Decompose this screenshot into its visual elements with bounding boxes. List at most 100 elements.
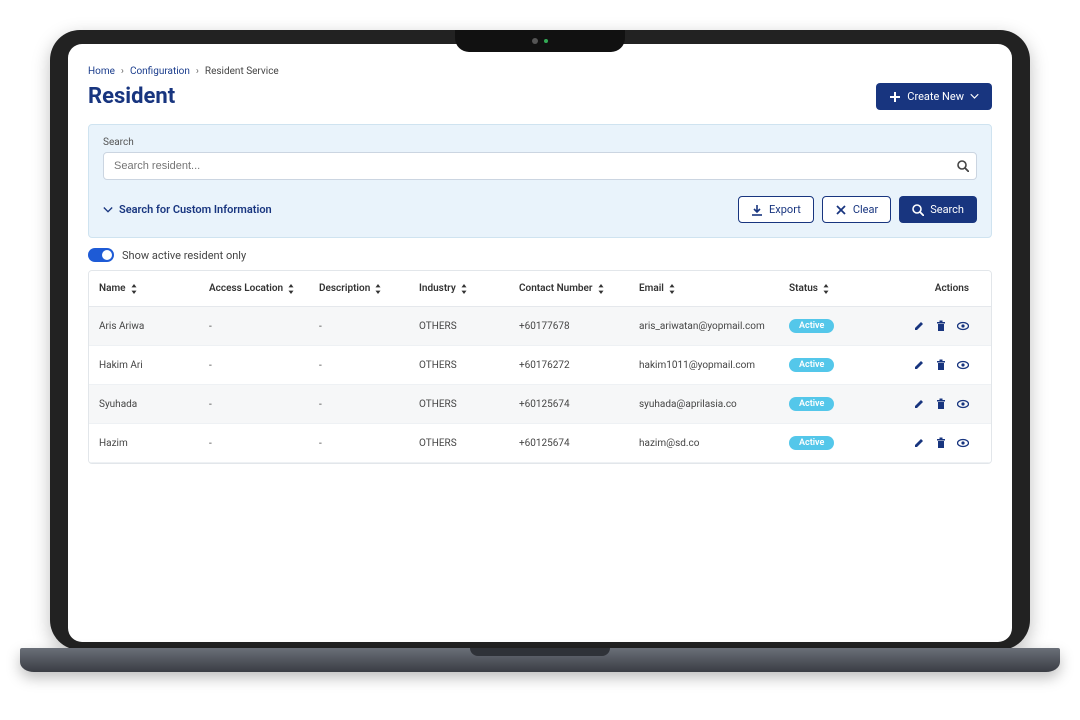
eye-icon — [957, 398, 969, 410]
view-button[interactable] — [957, 320, 969, 332]
cell-name: Aris Ariwa — [99, 321, 209, 332]
edit-button[interactable] — [913, 398, 925, 410]
laptop-frame: Home › Configuration › Resident Service … — [50, 30, 1030, 650]
search-icon — [912, 204, 924, 216]
search-row — [103, 152, 977, 180]
view-button[interactable] — [957, 437, 969, 449]
search-panel: Search Search for Custom Information Exp… — [88, 124, 992, 238]
resident-table: Name Access Location Description Industr… — [88, 270, 992, 464]
search-button[interactable]: Search — [899, 196, 977, 223]
caret-down-icon — [970, 92, 979, 101]
cell-actions — [879, 359, 969, 371]
search-panel-bottom: Search for Custom Information Export Cle… — [103, 196, 977, 223]
clear-button[interactable]: Clear — [822, 196, 891, 223]
search-label: Search — [103, 137, 977, 148]
table-body: Aris Ariwa--OTHERS+60177678aris_ariwatan… — [89, 307, 991, 463]
create-new-button[interactable]: Create New — [876, 83, 992, 110]
eye-icon — [957, 437, 969, 449]
sort-icon — [597, 284, 605, 294]
cell-access-location: - — [209, 399, 319, 410]
cell-description: - — [319, 321, 419, 332]
breadcrumb-home[interactable]: Home — [88, 66, 115, 77]
cell-actions — [879, 320, 969, 332]
breadcrumb-resident-service: Resident Service — [205, 66, 279, 77]
table-row: Hakim Ari--OTHERS+60176272hakim1011@yopm… — [89, 346, 991, 385]
cell-access-location: - — [209, 321, 319, 332]
camera-dot — [532, 38, 538, 44]
col-industry[interactable]: Industry — [419, 283, 519, 294]
eye-icon — [957, 359, 969, 371]
page-header: Resident Create New — [88, 83, 992, 110]
table-header: Name Access Location Description Industr… — [89, 271, 991, 307]
search-icon[interactable] — [957, 160, 969, 172]
delete-button[interactable] — [935, 398, 947, 410]
cell-status: Active — [789, 397, 879, 411]
export-label: Export — [769, 203, 801, 216]
cell-name: Hakim Ari — [99, 360, 209, 371]
laptop-notch — [455, 30, 625, 52]
toggle-knob — [102, 250, 112, 260]
col-name[interactable]: Name — [99, 283, 209, 294]
download-icon — [751, 204, 763, 216]
eye-icon — [957, 320, 969, 332]
active-only-label: Show active resident only — [122, 249, 246, 262]
cell-actions — [879, 437, 969, 449]
view-button[interactable] — [957, 359, 969, 371]
search-input[interactable] — [103, 152, 977, 180]
pencil-icon — [913, 398, 925, 410]
delete-button[interactable] — [935, 437, 947, 449]
pencil-icon — [913, 437, 925, 449]
cell-industry: OTHERS — [419, 438, 519, 449]
edit-button[interactable] — [913, 320, 925, 332]
sort-icon — [668, 284, 676, 294]
sort-icon — [374, 284, 382, 294]
cell-industry: OTHERS — [419, 321, 519, 332]
status-badge: Active — [789, 319, 834, 333]
edit-button[interactable] — [913, 359, 925, 371]
cell-description: - — [319, 360, 419, 371]
pencil-icon — [913, 359, 925, 371]
search-actions: Export Clear Search — [738, 196, 977, 223]
edit-button[interactable] — [913, 437, 925, 449]
sort-icon — [130, 284, 138, 294]
active-toggle-row: Show active resident only — [88, 248, 992, 262]
cell-email: syuhada@aprilasia.co — [639, 399, 789, 410]
status-badge: Active — [789, 436, 834, 450]
table-row: Aris Ariwa--OTHERS+60177678aris_ariwatan… — [89, 307, 991, 346]
col-access-location[interactable]: Access Location — [209, 283, 319, 294]
cell-description: - — [319, 399, 419, 410]
chevron-right-icon: › — [121, 66, 124, 77]
x-icon — [835, 204, 847, 216]
col-description[interactable]: Description — [319, 283, 419, 294]
col-contact[interactable]: Contact Number — [519, 283, 639, 294]
table-row: Syuhada--OTHERS+60125674syuhada@aprilasi… — [89, 385, 991, 424]
cell-email: aris_ariwatan@yopmail.com — [639, 321, 789, 332]
cell-name: Syuhada — [99, 399, 209, 410]
col-status-label: Status — [789, 283, 818, 294]
col-description-label: Description — [319, 283, 370, 294]
search-btn-label: Search — [930, 203, 964, 216]
trash-icon — [935, 437, 947, 449]
breadcrumb-configuration[interactable]: Configuration — [130, 66, 190, 77]
cell-access-location: - — [209, 438, 319, 449]
cell-status: Active — [789, 436, 879, 450]
cell-contact: +60176272 — [519, 360, 639, 371]
delete-button[interactable] — [935, 320, 947, 332]
cell-name: Hazim — [99, 438, 209, 449]
col-email[interactable]: Email — [639, 283, 789, 294]
trash-icon — [935, 359, 947, 371]
active-only-toggle[interactable] — [88, 248, 114, 262]
pencil-icon — [913, 320, 925, 332]
chevron-right-icon: › — [196, 66, 199, 77]
col-status[interactable]: Status — [789, 283, 879, 294]
view-button[interactable] — [957, 398, 969, 410]
cell-industry: OTHERS — [419, 399, 519, 410]
delete-button[interactable] — [935, 359, 947, 371]
search-custom-info-toggle[interactable]: Search for Custom Information — [103, 203, 272, 216]
cell-status: Active — [789, 319, 879, 333]
cell-description: - — [319, 438, 419, 449]
export-button[interactable]: Export — [738, 196, 814, 223]
col-industry-label: Industry — [419, 283, 456, 294]
laptop-base — [20, 648, 1060, 672]
cell-access-location: - — [209, 360, 319, 371]
